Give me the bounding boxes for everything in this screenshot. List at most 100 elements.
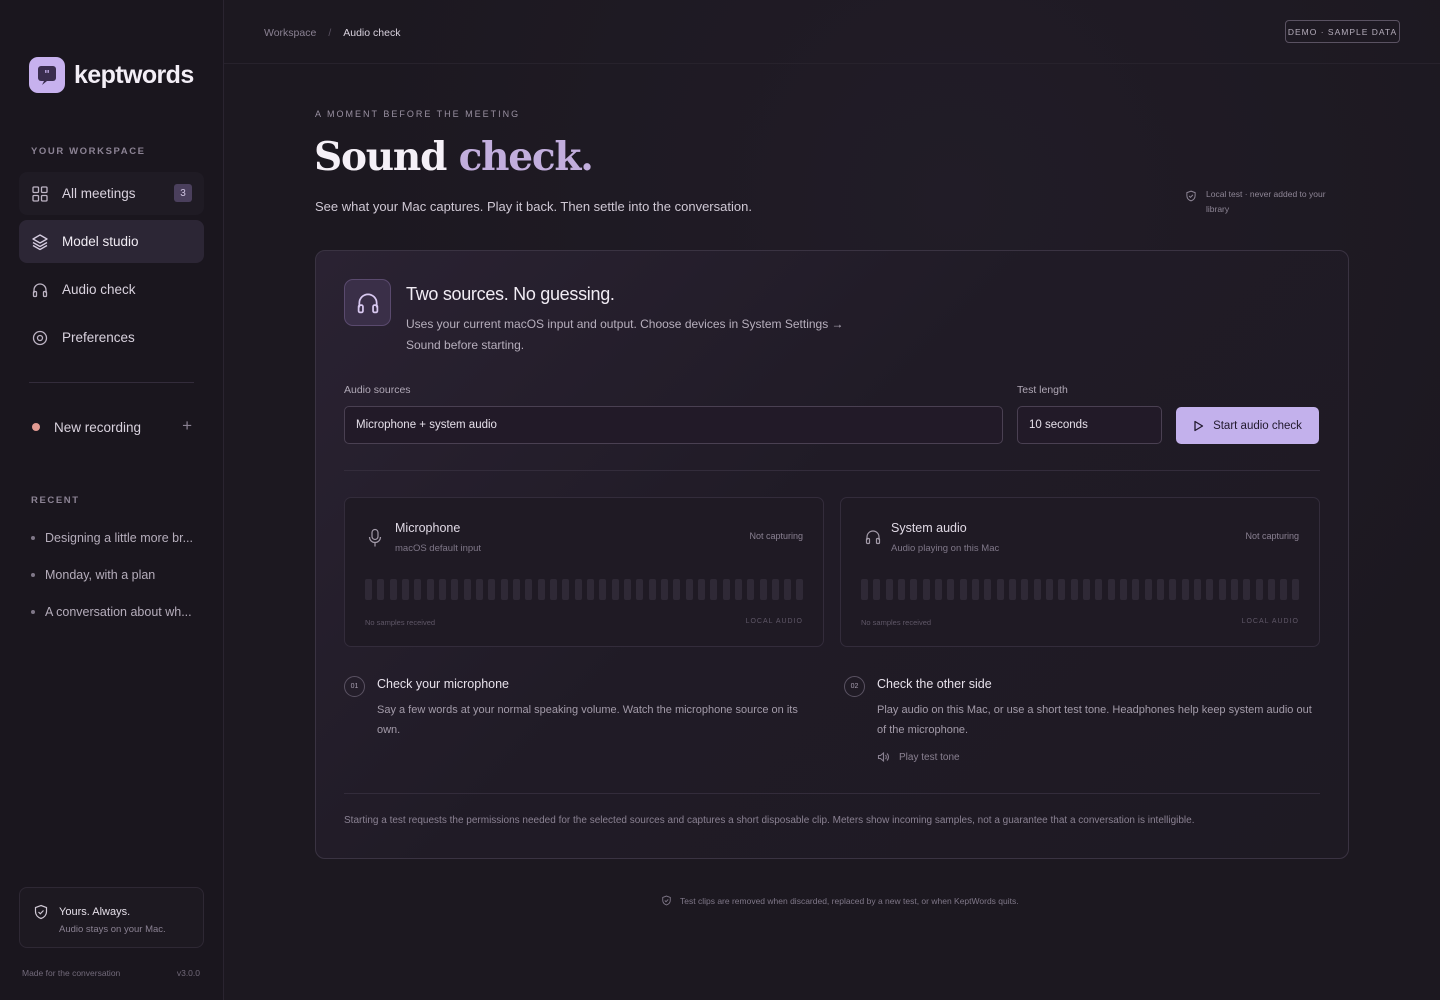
meter-bar — [365, 579, 372, 600]
meter-bar — [984, 579, 992, 600]
sidebar-item-label: All meetings — [62, 186, 136, 201]
audio-check-panel: Two sources. No guessing. Uses your curr… — [315, 250, 1349, 859]
breadcrumb-current: Audio check — [343, 27, 401, 39]
meter-title: Microphone — [395, 521, 461, 535]
meter-bar — [586, 579, 594, 600]
test-length-select[interactable]: 10 seconds — [1017, 406, 1162, 444]
meter-source-label: LOCAL AUDIO — [745, 618, 803, 625]
sidebar: " keptwords YOUR WORKSPACE All meetings … — [0, 0, 224, 1000]
meter-bar — [1033, 579, 1041, 600]
meter-bar — [1267, 579, 1275, 600]
recent-item-label: Designing a little more br... — [45, 531, 193, 545]
panel-description: Uses your current macOS input and output… — [406, 317, 844, 352]
meter-bar — [414, 579, 422, 600]
meter-bar — [722, 579, 730, 600]
meter-bar — [1070, 579, 1078, 600]
shield-check-icon — [662, 895, 671, 906]
meter-samples-label: No samples received — [861, 618, 932, 627]
level-meter — [365, 579, 804, 600]
shield-check-icon — [34, 904, 48, 920]
meter-bar — [599, 579, 607, 600]
meter-bar — [934, 579, 942, 600]
grid-icon — [32, 185, 48, 202]
record-dot-icon — [32, 423, 40, 431]
sidebar-divider — [29, 382, 194, 383]
headphones-icon — [865, 530, 881, 545]
breadcrumb-root[interactable]: Workspace — [264, 27, 316, 39]
sidebar-item-model-studio[interactable]: Model studio — [19, 220, 204, 263]
panel-divider — [344, 470, 1320, 471]
meter-bar — [500, 579, 508, 600]
meter-bar — [377, 579, 385, 600]
privacy-subtitle: Audio stays on your Mac. — [59, 924, 166, 935]
meter-bar — [697, 579, 705, 600]
sidebar-item-preferences[interactable]: Preferences — [19, 316, 204, 359]
meter-bar — [1292, 579, 1300, 600]
meter-bar — [685, 579, 693, 600]
meter-bar — [389, 579, 397, 600]
meter-bar — [463, 579, 471, 600]
start-audio-check-button[interactable]: Start audio check — [1176, 407, 1319, 444]
meter-bar — [1095, 579, 1103, 600]
microphone-meter-card: Microphone macOS default input Not captu… — [344, 497, 824, 647]
title-main: Sound — [314, 134, 447, 180]
play-test-tone-link[interactable]: Play test tone — [877, 751, 960, 763]
meter-bar — [759, 579, 767, 600]
meter-bar — [1132, 579, 1140, 600]
meter-source-label: LOCAL AUDIO — [1241, 618, 1299, 625]
meter-bar — [660, 579, 668, 600]
title-accent: check. — [458, 134, 594, 180]
plus-icon[interactable]: + — [182, 416, 192, 436]
meter-bar — [451, 579, 459, 600]
step-description: Play audio on this Mac, or use a short t… — [877, 704, 1312, 736]
headphones-icon — [32, 282, 48, 297]
meter-bar — [1107, 579, 1115, 600]
sidebar-item-audio-check[interactable]: Audio check — [19, 268, 204, 311]
meter-bar — [910, 579, 918, 600]
meter-subtitle: macOS default input — [395, 543, 482, 554]
brand-logo[interactable]: " keptwords — [29, 57, 194, 93]
topbar: Workspace / Audio check DEMO · SAMPLE DA… — [224, 0, 1440, 64]
meter-bar — [1218, 579, 1226, 600]
privacy-card: Yours. Always. Audio stays on your Mac. — [19, 887, 204, 948]
meter-bar — [537, 579, 545, 600]
meter-bar — [1280, 579, 1288, 600]
step-description: Say a few words at your normal speaking … — [377, 704, 798, 736]
bullet-icon — [31, 573, 35, 577]
meter-bar — [861, 579, 868, 600]
meter-bar — [873, 579, 881, 600]
meter-bar — [959, 579, 967, 600]
audio-sources-select[interactable]: Microphone + system audio — [344, 406, 1003, 444]
play-test-tone-label: Play test tone — [899, 751, 960, 763]
local-test-note: Local test · never added to your library — [1185, 187, 1335, 217]
new-recording-button[interactable]: New recording + — [19, 407, 204, 447]
meter-title: System audio — [891, 521, 967, 535]
meter-bar — [636, 579, 644, 600]
test-length-label: Test length — [1017, 384, 1068, 396]
meter-bar — [1008, 579, 1016, 600]
panel-divider — [344, 793, 1320, 794]
workspace-label: YOUR WORKSPACE — [31, 146, 146, 157]
page-eyebrow: A MOMENT BEFORE THE MEETING — [315, 109, 521, 119]
recent-item[interactable]: A conversation about wh... — [31, 605, 192, 619]
step-title: Check your microphone — [377, 677, 510, 691]
breadcrumb-separator: / — [328, 27, 332, 39]
layers-icon — [32, 233, 48, 250]
meter-bar — [1206, 579, 1214, 600]
speaker-icon — [877, 751, 889, 763]
meter-bar — [488, 579, 496, 600]
settings-icon — [32, 330, 48, 345]
meter-status: Not capturing — [1245, 531, 1299, 541]
meter-bar — [784, 579, 792, 600]
meter-bar — [885, 579, 893, 600]
meter-bar — [549, 579, 557, 600]
step-number: 02 — [844, 676, 865, 697]
recent-item[interactable]: Designing a little more br... — [31, 531, 193, 545]
count-badge: 3 — [174, 184, 192, 202]
meter-bar — [648, 579, 656, 600]
retention-note-text: Test clips are removed when discarded, r… — [680, 895, 1019, 906]
step-title: Check the other side — [877, 677, 992, 691]
recent-item[interactable]: Monday, with a plan — [31, 568, 155, 582]
meter-bar — [1193, 579, 1201, 600]
sidebar-item-all-meetings[interactable]: All meetings 3 — [19, 172, 204, 215]
